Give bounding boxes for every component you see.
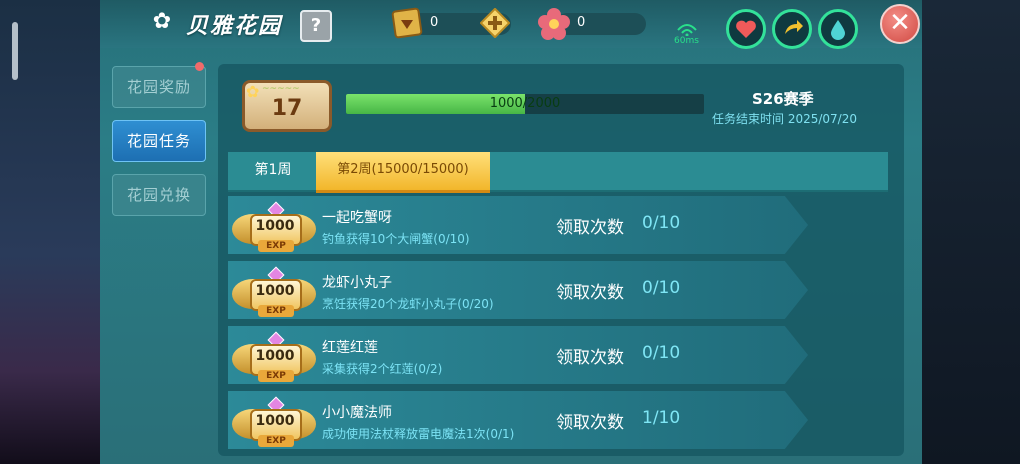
flower-currency-icon: [538, 8, 570, 40]
signal-icon: [677, 24, 697, 36]
water-drop-icon: [831, 20, 845, 40]
scrollbar-handle[interactable]: [12, 22, 18, 80]
close-button[interactable]: ✕: [880, 4, 920, 44]
exp-amount: 1000: [255, 413, 295, 429]
exp-label: EXP: [258, 435, 294, 447]
task-name: 龙虾小丸子: [322, 275, 392, 291]
level-value: 17: [271, 96, 303, 121]
season-end-time: 任务结束时间 2025/07/20: [712, 112, 857, 126]
heart-icon: [736, 20, 756, 38]
task-name: 一起吃蟹呀: [322, 210, 392, 226]
sidebar-item-garden-tasks[interactable]: 花园任务: [112, 120, 206, 162]
exp-amount: 1000: [255, 283, 295, 299]
exp-amount: 1000: [255, 218, 295, 234]
claim-count-label: 领取次数: [556, 348, 624, 368]
gem-count: 0: [430, 15, 439, 30]
sidebar-item-garden-exchange[interactable]: 花园兑换: [112, 174, 206, 216]
task-description: 成功使用法杖释放雷电魔法1次(0/1): [322, 427, 515, 441]
claim-count-label: 领取次数: [556, 283, 624, 303]
background-scene-right: [920, 0, 1020, 464]
exp-amount: 1000: [255, 348, 295, 364]
claim-count-value: 0/10: [642, 213, 681, 233]
tab-week-1[interactable]: 第1周: [232, 152, 314, 190]
water-button[interactable]: [818, 9, 858, 49]
claim-count-value: 1/10: [642, 408, 681, 428]
exp-reward-badge: 1000 EXP: [232, 265, 316, 317]
level-progress-text: 1000/2000: [489, 96, 561, 111]
gem-ticket-icon: [391, 7, 423, 39]
exp-label: EXP: [258, 370, 294, 382]
exp-reward-badge: 1000 EXP: [232, 330, 316, 382]
tab-week-2[interactable]: 第2周(15000/15000): [316, 152, 490, 193]
notification-dot: [195, 62, 204, 71]
sidebar-item-garden-rewards[interactable]: 花园奖励: [112, 66, 206, 108]
season-name: S26赛季: [752, 90, 814, 108]
claim-count-value: 0/10: [642, 343, 681, 363]
flower-count: 0: [577, 15, 586, 30]
latency-label: 60ms: [674, 36, 699, 46]
arrow-icon: [785, 20, 803, 34]
task-description: 烹饪获得20个龙虾小丸子(0/20): [322, 297, 494, 311]
exp-label: EXP: [258, 305, 294, 317]
claim-count-label: 领取次数: [556, 413, 624, 433]
help-button[interactable]: ?: [300, 10, 332, 42]
claim-count-label: 领取次数: [556, 218, 624, 238]
exp-label: EXP: [258, 240, 294, 252]
add-gem-button[interactable]: [480, 8, 510, 38]
flower-icon: ✿: [152, 9, 172, 34]
task-description: 采集获得2个红莲(0/2): [322, 362, 443, 376]
page-title: 贝雅花园: [186, 14, 283, 39]
exp-reward-badge: 1000 EXP: [232, 200, 316, 252]
task-name: 红莲红莲: [322, 340, 378, 356]
task-description: 钓鱼获得10个大闸蟹(0/10): [322, 232, 470, 246]
exp-reward-badge: 1000 EXP: [232, 395, 316, 447]
claim-count-value: 0/10: [642, 278, 681, 298]
heart-button[interactable]: [726, 9, 766, 49]
task-name: 小小魔法师: [322, 405, 392, 421]
share-button[interactable]: [772, 9, 812, 49]
vine-decoration-icon: ~~~~~: [262, 84, 300, 94]
